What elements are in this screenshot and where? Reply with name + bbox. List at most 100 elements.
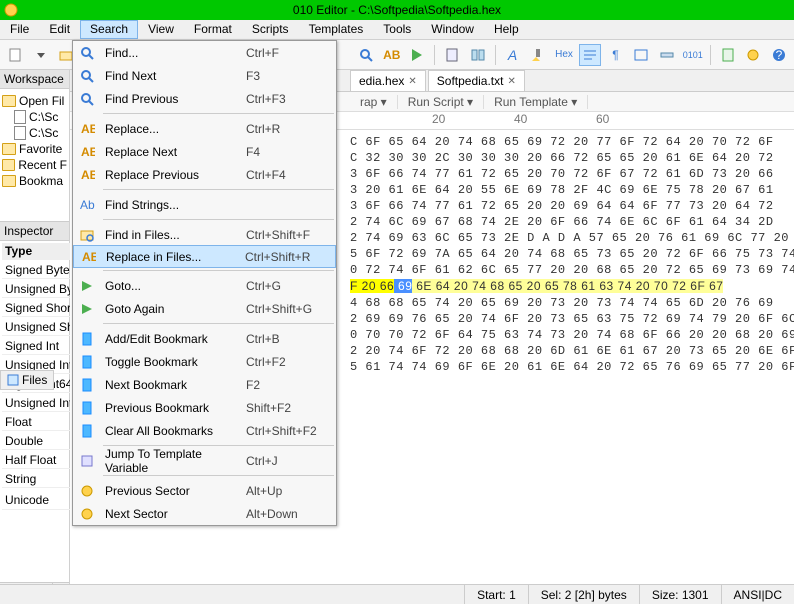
menu-item-jump-template[interactable]: Jump To Template VariableCtrl+J (73, 449, 336, 472)
menu-item-sector-next[interactable]: Next SectorAlt+Down (73, 502, 336, 525)
menu-item-find-next[interactable]: Find NextF3 (73, 64, 336, 87)
goto-button[interactable] (407, 44, 429, 66)
menu-tools[interactable]: Tools (373, 20, 421, 39)
menu-item-find-in-files[interactable]: Find in Files...Ctrl+Shift+F (73, 223, 336, 246)
workspace-item[interactable]: Recent F (2, 157, 67, 173)
help-button[interactable]: ? (768, 44, 790, 66)
run-script-button[interactable]: Run Script ▾ (398, 95, 484, 109)
menu-item-replace-prev[interactable]: ABReplace PreviousCtrl+F4 (73, 163, 336, 186)
menu-item-label: Add/Edit Bookmark (101, 332, 246, 346)
inspector-header: Inspector (0, 221, 69, 241)
ruler-button[interactable] (656, 44, 678, 66)
dropdown-arrow[interactable] (30, 44, 52, 66)
bookmark-add-icon (73, 331, 101, 347)
menu-item-bookmark-clear[interactable]: Clear All BookmarksCtrl+Shift+F2 (73, 419, 336, 442)
menu-help[interactable]: Help (484, 20, 529, 39)
menu-item-bookmark-prev[interactable]: Previous BookmarkShift+F2 (73, 396, 336, 419)
folder-icon (2, 175, 16, 187)
file-icon (14, 110, 26, 124)
workspace-item-label: C:\Sc (29, 110, 58, 124)
replace-next-icon: AB (73, 144, 101, 160)
status-size: Size: 1301 (639, 585, 721, 604)
new-file-button[interactable] (4, 44, 26, 66)
search-menu-dropdown[interactable]: Find...Ctrl+FFind NextF3Find PreviousCtr… (72, 40, 337, 526)
menu-item-label: Replace in Files... (102, 250, 245, 264)
close-icon[interactable]: ✕ (408, 76, 416, 87)
workspace-item[interactable]: Open Fil (2, 93, 67, 109)
menu-item-replace-next[interactable]: ABReplace NextF4 (73, 140, 336, 163)
workspace-item[interactable]: Bookma (2, 173, 67, 189)
file-tab[interactable]: Softpedia.txt✕ (428, 70, 525, 91)
compare-button[interactable] (467, 44, 489, 66)
svg-text:AB: AB (81, 145, 95, 159)
workspace-item-label: Favorite (19, 142, 62, 156)
replace-prev-icon: AB (73, 167, 101, 183)
tab-button[interactable] (630, 44, 652, 66)
menu-item-bookmark-toggle[interactable]: Toggle BookmarkCtrl+F2 (73, 350, 336, 373)
calc-button[interactable] (441, 44, 463, 66)
workspace-tree[interactable]: Open FilC:\ScC:\ScFavoriteRecent FBookma (0, 89, 69, 193)
workspace-item-label: Open Fil (19, 94, 64, 108)
calculator-button[interactable] (717, 44, 739, 66)
menu-search[interactable]: Search (80, 20, 138, 39)
menu-item-bookmark-next[interactable]: Next BookmarkF2 (73, 373, 336, 396)
replace-button[interactable]: AB (381, 44, 403, 66)
menu-item-replace-in-files[interactable]: AB Replace in Files...Ctrl+Shift+R (73, 245, 336, 268)
menu-view[interactable]: View (138, 20, 184, 39)
titlebar: 010 Editor - C:\Softpedia\Softpedia.hex (0, 0, 794, 20)
font-button[interactable]: A (502, 44, 524, 66)
menu-item-replace[interactable]: ABReplace...Ctrl+R (73, 117, 336, 140)
menu-item-shortcut: F2 (246, 378, 336, 392)
find-prev-icon (73, 91, 101, 107)
find-button[interactable] (355, 44, 377, 66)
menu-edit[interactable]: Edit (39, 20, 80, 39)
binary-button[interactable]: 0101 (682, 44, 704, 66)
menu-item-shortcut: Ctrl+Shift+G (246, 302, 336, 316)
workspace-item-label: Recent F (18, 158, 67, 172)
folder-icon (2, 143, 16, 155)
status-start: Start: 1 (464, 585, 528, 604)
highlight-button[interactable] (527, 44, 549, 66)
menu-templates[interactable]: Templates (299, 20, 374, 39)
workspace-item[interactable]: C:\Sc (2, 109, 67, 125)
pilcrow-button[interactable]: ¶ (605, 44, 627, 66)
file-tab-label: edia.hex (359, 74, 404, 88)
close-icon[interactable]: ✕ (507, 76, 515, 87)
menubar[interactable]: FileEditSearchViewFormatScriptsTemplates… (0, 20, 794, 40)
menu-item-bookmark-add[interactable]: Add/Edit BookmarkCtrl+B (73, 327, 336, 350)
svg-text:AB: AB (82, 250, 96, 264)
menu-item-shortcut: F3 (246, 69, 336, 83)
ruler-tick: 20 (432, 112, 514, 129)
goto-icon (73, 278, 101, 294)
find-strings-icon: Abc (73, 197, 101, 213)
menu-item-shortcut: Ctrl+F4 (246, 168, 336, 182)
menu-scripts[interactable]: Scripts (242, 20, 299, 39)
menu-item-label: Goto Again (101, 302, 246, 316)
svg-text:?: ? (776, 48, 783, 62)
menu-item-shortcut: Ctrl+Shift+R (245, 250, 335, 264)
menu-item-sector-prev[interactable]: Previous SectorAlt+Up (73, 479, 336, 502)
files-tab[interactable]: Files (0, 370, 54, 390)
wrap-button[interactable]: rap ▾ (350, 95, 398, 109)
files-tab-label: Files (22, 373, 47, 387)
run-template-button[interactable]: Run Template ▾ (484, 95, 588, 109)
align-button[interactable] (579, 44, 601, 66)
menu-format[interactable]: Format (184, 20, 242, 39)
menu-item-label: Goto... (101, 279, 246, 293)
workspace-item[interactable]: C:\Sc (2, 125, 67, 141)
menu-item-label: Replace Previous (101, 168, 246, 182)
menu-item-find-strings[interactable]: AbcFind Strings... (73, 193, 336, 216)
menu-item-label: Replace... (101, 122, 246, 136)
menu-window[interactable]: Window (421, 20, 484, 39)
sector-next-icon (73, 506, 101, 522)
hex-button[interactable]: Hex (553, 44, 575, 66)
menu-item-goto[interactable]: Goto...Ctrl+G (73, 274, 336, 297)
menu-item-find[interactable]: Find...Ctrl+F (73, 41, 336, 64)
tools-button[interactable] (742, 44, 764, 66)
file-tab[interactable]: edia.hex ✕ (350, 70, 426, 91)
menu-item-shortcut: F4 (246, 145, 336, 159)
menu-item-find-prev[interactable]: Find PreviousCtrl+F3 (73, 87, 336, 110)
menu-file[interactable]: File (0, 20, 39, 39)
menu-item-goto-again[interactable]: Goto AgainCtrl+Shift+G (73, 297, 336, 320)
workspace-item[interactable]: Favorite (2, 141, 67, 157)
